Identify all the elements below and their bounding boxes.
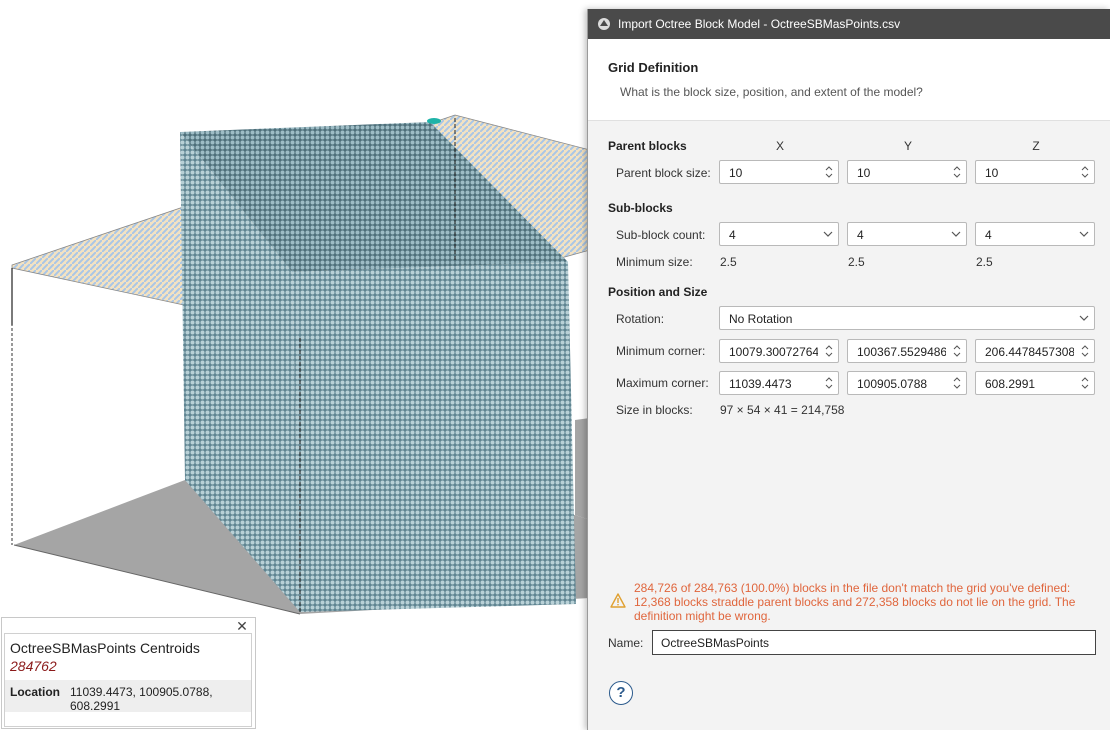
column-header-z: Z [1032,139,1040,153]
spinner-arrows-icon[interactable] [823,343,835,359]
minimum-corner-z-value: 206.44784573086 [985,345,1074,359]
parent-block-size-y-value: 10 [857,166,871,180]
page-subtitle: What is the block size, position, and ex… [620,85,923,99]
spinner-arrows-icon[interactable] [823,375,835,391]
minimum-size-y: 2.5 [848,255,865,269]
minimum-size-label: Minimum size: [616,255,693,269]
maximum-corner-x-input[interactable]: 11039.4473 [719,371,839,395]
minimum-corner-y-value: 100367.552948610 [857,345,946,359]
minimum-size-x: 2.5 [720,255,737,269]
name-input[interactable] [652,630,1096,655]
rotation-select[interactable]: No Rotation [719,306,1095,330]
minimum-corner-x-value: 10079.30072764 [729,345,818,359]
spinner-arrows-icon[interactable] [951,343,963,359]
info-location-row: Location 11039.4473, 100905.0788, 608.29… [5,680,251,713]
maximum-corner-z-value: 608.2991 [985,377,1036,391]
size-in-blocks-label: Size in blocks: [616,403,693,417]
point-info-content: OctreeSBMasPoints Centroids 284762 Locat… [4,633,252,727]
minimum-corner-label: Minimum corner: [616,344,706,358]
sub-block-count-label: Sub-block count: [616,228,706,242]
dialog-title: Import Octree Block Model - OctreeSBMasP… [618,17,901,31]
sub-block-count-y-select[interactable]: 4 [847,222,967,246]
maximum-corner-y-input[interactable]: 100905.0788 [847,371,967,395]
spinner-arrows-icon[interactable] [951,375,963,391]
selected-point-marker[interactable] [427,118,441,124]
spinner-arrows-icon[interactable] [1079,375,1091,391]
grid-mismatch-warning: 284,726 of 284,763 (100.0%) blocks in th… [634,581,1076,623]
info-value: 284762 [10,658,57,674]
parent-block-size-x-value: 10 [729,166,743,180]
column-header-x: X [775,139,784,153]
spinner-arrows-icon[interactable] [823,164,835,180]
minimum-size-z: 2.5 [976,255,993,269]
parent-block-size-y-input[interactable]: 10 [847,160,967,184]
help-button[interactable]: ? [609,681,633,705]
size-in-blocks-value: 97 × 54 × 41 = 214,758 [720,403,845,417]
points-cube-front [292,262,576,612]
sub-block-count-z-select[interactable]: 4 [975,222,1095,246]
dialog-header: Grid Definition What is the block size, … [588,39,1110,121]
info-title: OctreeSBMasPoints Centroids [10,640,200,656]
sub-block-count-y-value: 4 [857,228,864,242]
rotation-value: No Rotation [729,312,793,326]
app-logo-icon [598,18,610,30]
rotation-label: Rotation: [616,312,665,326]
point-info-panel: ✕ OctreeSBMasPoints Centroids 284762 Loc… [1,617,256,729]
minimum-corner-x-input[interactable]: 10079.30072764 [719,339,839,363]
sub-block-count-z-value: 4 [985,228,992,242]
parent-block-size-z-value: 10 [985,166,999,180]
chevron-down-icon [823,231,833,237]
section-sub-blocks: Sub-blocks [608,201,673,215]
warning-icon [610,593,626,608]
chevron-down-icon [951,231,961,237]
page-title: Grid Definition [608,60,699,75]
name-label: Name: [608,636,644,650]
spinner-arrows-icon[interactable] [951,164,963,180]
section-parent-blocks: Parent blocks [608,139,687,153]
sub-block-count-x-select[interactable]: 4 [719,222,839,246]
minimum-corner-y-input[interactable]: 100367.552948610 [847,339,967,363]
parent-block-size-x-input[interactable]: 10 [719,160,839,184]
maximum-corner-label: Maximum corner: [616,376,709,390]
info-location-label: Location [10,685,60,699]
chevron-down-icon [1079,231,1089,237]
sub-block-count-x-value: 4 [729,228,736,242]
import-octree-dialog: Import Octree Block Model - OctreeSBMasP… [587,9,1110,730]
spinner-arrows-icon[interactable] [1079,343,1091,359]
parent-block-size-z-input[interactable]: 10 [975,160,1095,184]
maximum-corner-y-value: 100905.0788 [857,377,928,391]
info-location-value: 11039.4473, 100905.0788, 608.2991 [70,685,213,713]
maximum-corner-x-value: 11039.4473 [729,377,792,391]
section-position-size: Position and Size [608,285,708,299]
maximum-corner-z-input[interactable]: 608.2991 [975,371,1095,395]
close-icon[interactable]: ✕ [233,619,251,633]
column-header-y: Y [903,139,912,153]
minimum-corner-z-input[interactable]: 206.44784573086 [975,339,1095,363]
chevron-down-icon [1079,315,1089,321]
spinner-arrows-icon[interactable] [1079,164,1091,180]
dialog-titlebar[interactable]: Import Octree Block Model - OctreeSBMasP… [588,9,1110,39]
parent-block-size-label: Parent block size: [616,166,711,180]
